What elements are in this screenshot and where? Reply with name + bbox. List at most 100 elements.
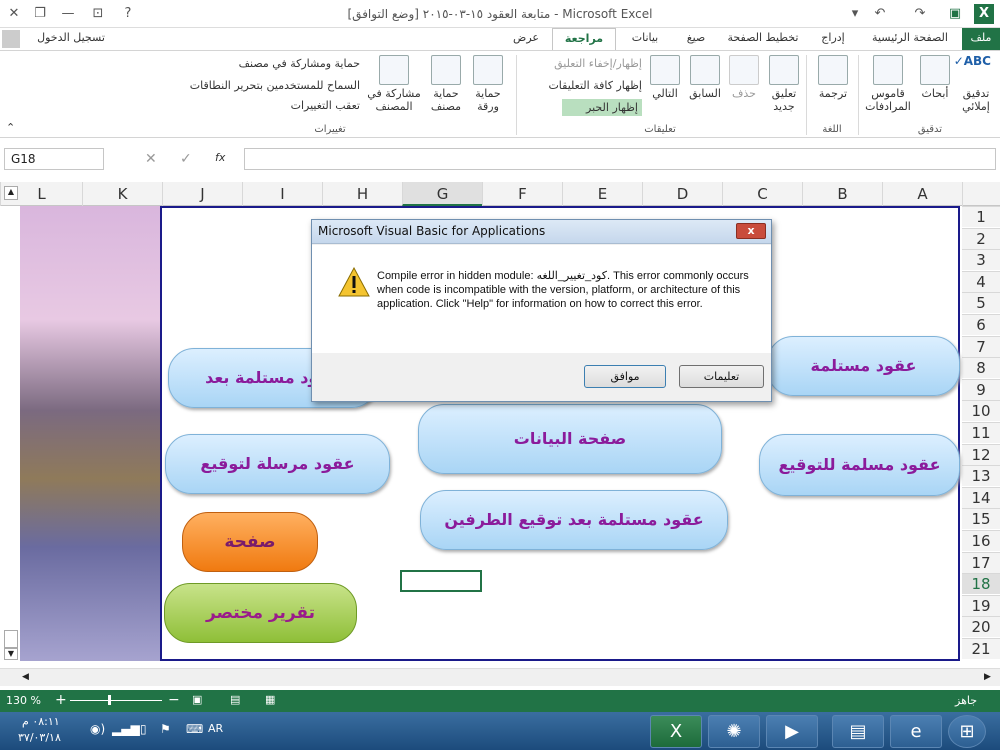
ok-button[interactable]: موافق (584, 365, 666, 388)
undo-icon[interactable]: ↶ (870, 4, 890, 24)
share-workbook-button[interactable]: مشاركة في المصنف (364, 55, 424, 113)
show-ink-button[interactable]: إظهار الحبر (562, 99, 642, 116)
redo-icon[interactable]: ↷ (910, 4, 930, 24)
new-comment-button[interactable]: تعليق جديد (763, 55, 805, 113)
zoom-in-icon[interactable]: + (55, 692, 67, 708)
protect-share-button[interactable]: حماية ومشاركة في مصنف (160, 57, 360, 70)
clock-time[interactable]: ٠٨:١١ م (22, 715, 60, 728)
battery-icon[interactable]: ▯ (140, 722, 147, 736)
row-header-6[interactable]: 6 (962, 314, 1000, 335)
column-header-I[interactable]: I (242, 182, 322, 206)
tab-data[interactable]: بيانات (620, 28, 670, 50)
column-header-G[interactable]: G (402, 182, 482, 206)
row-header-13[interactable]: 13 (962, 465, 1000, 487)
row-header-20[interactable]: 20 (962, 616, 1000, 638)
protect-sheet-button[interactable]: حماية ورقة (468, 55, 508, 113)
row-header-1[interactable]: 1 (962, 206, 1000, 227)
row-header-9[interactable]: 9 (962, 378, 1000, 400)
button-contracts-received[interactable]: عقود مستلمة (767, 336, 960, 396)
row-header-7[interactable]: 7 (962, 335, 1000, 357)
insert-function-icon[interactable]: fx (215, 151, 225, 164)
button-brief-report[interactable]: تقرير مختصر (164, 583, 357, 643)
track-changes-button[interactable]: تعقب التغييرات (240, 99, 360, 112)
row-header-3[interactable]: 3 (962, 249, 1000, 271)
normal-view-icon[interactable]: ▦ (265, 693, 275, 706)
active-cell-G18[interactable] (400, 570, 482, 592)
spelling-button[interactable]: ABC✓ تدقيق إملائي (954, 55, 997, 114)
tab-home[interactable]: الصفحة الرئيسية (860, 28, 960, 50)
delete-comment-button[interactable]: حذف (725, 55, 763, 100)
column-header-H[interactable]: H (322, 182, 402, 206)
cancel-icon[interactable]: ✕ (145, 151, 157, 167)
column-header-B[interactable]: B (802, 182, 882, 206)
row-header-4[interactable]: 4 (962, 270, 1000, 292)
row-header-18[interactable]: 18 (962, 573, 1000, 595)
action-center-icon[interactable]: ⚑ (160, 722, 171, 736)
collapse-ribbon-icon[interactable]: ⌃ (6, 121, 15, 134)
column-header-E[interactable]: E (562, 182, 642, 206)
row-header-12[interactable]: 12 (962, 443, 1000, 465)
button-contracts-sent-for-signing[interactable]: عقود مرسلة لتوقيع (165, 434, 390, 494)
row-header-5[interactable]: 5 (962, 292, 1000, 314)
vertical-scroll-thumb[interactable] (4, 630, 18, 648)
scroll-left-icon[interactable]: ◀ (22, 672, 29, 682)
button-contracts-received-after-both-sign[interactable]: عقود مستلمة بعد توقيع الطرفين (420, 490, 728, 550)
thesaurus-button[interactable]: قاموس المرادفات (862, 55, 914, 113)
network-icon[interactable]: ▂▄▆ (112, 722, 140, 736)
taskbar-ie-icon[interactable]: e (890, 715, 942, 748)
taskbar-avast-icon[interactable]: ✺ (708, 715, 760, 748)
input-language[interactable]: AR (208, 722, 223, 735)
keyboard-icon[interactable]: ⌨ (186, 722, 203, 736)
column-header-A[interactable]: A (882, 182, 962, 206)
tab-page-layout[interactable]: تخطيط الصفحة (720, 28, 806, 50)
row-header-2[interactable]: 2 (962, 227, 1000, 249)
zoom-out-icon[interactable]: − (168, 692, 180, 708)
next-comment-button[interactable]: التالي (645, 55, 685, 100)
page-layout-view-icon[interactable]: ▤ (230, 693, 240, 706)
taskbar-explorer-icon[interactable]: ▤ (832, 715, 884, 748)
button-contracts-delivered-for-signing[interactable]: عقود مسلمة للتوقيع (759, 434, 960, 496)
show-hide-comment-button[interactable]: إظهار/إخفاء التعليق (522, 57, 642, 70)
zoom-level[interactable]: 130 % (6, 694, 41, 707)
scroll-up-icon[interactable]: ▲ (4, 186, 18, 200)
formula-input[interactable] (244, 148, 996, 170)
row-header-17[interactable]: 17 (962, 551, 1000, 573)
tab-formulas[interactable]: صيغ (674, 28, 718, 50)
row-header-8[interactable]: 8 (962, 357, 1000, 379)
tab-review[interactable]: مراجعة (552, 28, 616, 50)
previous-comment-button[interactable]: السابق (685, 55, 725, 100)
row-header-16[interactable]: 16 (962, 530, 1000, 551)
zoom-slider[interactable] (70, 700, 162, 701)
name-box[interactable]: G18 (4, 148, 104, 170)
help-button[interactable]: تعليمات (679, 365, 764, 388)
horizontal-scrollbar[interactable]: ◀ ▶ (0, 668, 1000, 686)
research-button[interactable]: أبحاث (915, 55, 955, 100)
allow-edit-ranges-button[interactable]: السماح للمستخدمين بتحرير النطاقات (160, 79, 360, 92)
page-break-view-icon[interactable]: ▣ (192, 693, 202, 706)
save-icon[interactable]: ▣ (945, 4, 965, 24)
protect-workbook-button[interactable]: حماية مصنف (425, 55, 467, 113)
scroll-down-icon[interactable]: ▼ (4, 648, 18, 660)
qat-customize-icon[interactable]: ▾ (845, 4, 865, 24)
tab-insert[interactable]: إدراج (808, 28, 858, 50)
taskbar-media-player-icon[interactable]: ▶ (766, 715, 818, 748)
row-header-15[interactable]: 15 (962, 508, 1000, 530)
taskbar-excel-icon[interactable]: X (650, 715, 702, 748)
dialog-close-button[interactable]: x (736, 223, 766, 239)
column-header-J[interactable]: J (162, 182, 242, 206)
start-button[interactable]: ⊞ (948, 715, 986, 748)
zoom-slider-thumb[interactable] (108, 695, 111, 705)
tab-file[interactable]: ملف (962, 28, 1000, 50)
column-header-C[interactable]: C (722, 182, 802, 206)
row-header-21[interactable]: 21 (962, 638, 1000, 659)
column-header-K[interactable]: K (82, 182, 162, 206)
column-header-F[interactable]: F (482, 182, 562, 206)
row-header-10[interactable]: 10 (962, 400, 1000, 422)
tab-view[interactable]: عرض (504, 28, 548, 50)
sign-in-link[interactable]: تسجيل الدخول (26, 28, 116, 50)
show-all-comments-button[interactable]: إظهار كافة التعليقات (522, 79, 642, 92)
row-header-14[interactable]: 14 (962, 486, 1000, 508)
clock-date[interactable]: ٣٧/٠٣/١٨ (18, 731, 61, 744)
volume-icon[interactable]: ◉) (90, 722, 105, 736)
translate-button[interactable]: ترجمة (812, 55, 854, 100)
